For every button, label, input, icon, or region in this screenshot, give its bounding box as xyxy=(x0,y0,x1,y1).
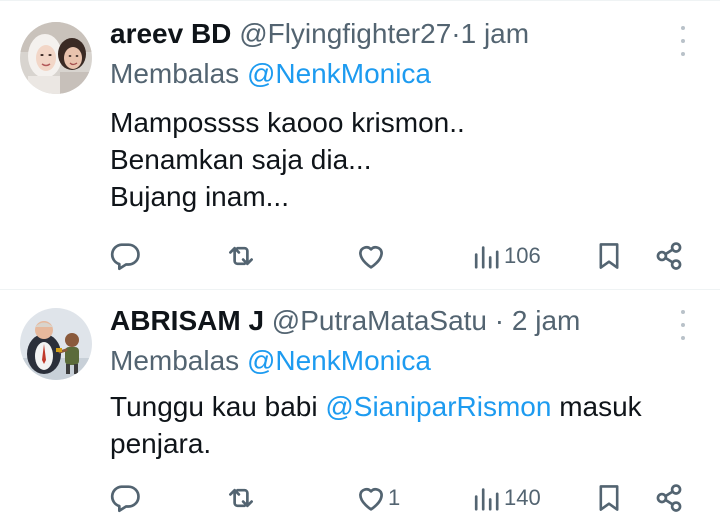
more-icon[interactable] xyxy=(676,26,690,56)
share-button[interactable] xyxy=(652,236,686,276)
timestamp[interactable]: 1 jam xyxy=(461,18,529,49)
reply-tweet[interactable]: ABRISAM J @PutraMataSatu · 2 jam Membala… xyxy=(0,290,720,526)
reply-button[interactable] xyxy=(108,236,142,276)
replying-to-mention[interactable]: @NenkMonica xyxy=(247,58,431,89)
timestamp[interactable]: 2 jam xyxy=(512,305,580,336)
tweet-text-segment: masuk xyxy=(551,391,642,422)
retweet-icon xyxy=(229,246,253,266)
tweet-text-line: penjara. xyxy=(110,428,212,459)
cartoon-characters-avatar-icon xyxy=(20,308,92,380)
more-icon[interactable] xyxy=(676,310,690,340)
reply-button[interactable] xyxy=(108,478,142,518)
tweet-text: Mampossss kaooo krismon.. Benamkan saja … xyxy=(110,104,710,215)
replying-to: Membalas @NenkMonica xyxy=(110,343,431,379)
like-button[interactable]: 1 xyxy=(354,478,400,518)
separator-dot: · xyxy=(494,305,505,336)
author-handle[interactable]: @Flyingfighter27 xyxy=(239,18,451,49)
retweet-icon xyxy=(229,488,253,508)
like-icon xyxy=(359,488,383,511)
reply-icon xyxy=(110,243,140,271)
two-women-selfie-avatar-icon xyxy=(20,22,92,94)
tweet-mention[interactable]: @SianiparRismon xyxy=(325,391,551,422)
retweet-button[interactable] xyxy=(224,478,258,518)
view-count: 106 xyxy=(504,243,541,268)
bookmark-icon xyxy=(599,243,619,269)
tweet-text-line: Tunggu kau babi @SianiparRismon masuk xyxy=(110,388,710,425)
tweet-text-line: Bujang inam... xyxy=(110,181,289,212)
like-icon xyxy=(359,246,383,269)
bookmark-icon xyxy=(599,485,619,511)
author-name[interactable]: ABRISAM J xyxy=(110,305,264,336)
tweet-text-line: Benamkan saja dia... xyxy=(110,144,372,175)
avatar[interactable] xyxy=(20,22,92,94)
replying-to-mention[interactable]: @NenkMonica xyxy=(247,345,431,376)
views-icon xyxy=(474,246,499,269)
tweet-text-line: Mampossss kaooo krismon.. xyxy=(110,107,465,138)
tweet-text: Tunggu kau babi @SianiparRismon masuk pe… xyxy=(110,388,710,462)
tweet-text-segment: Tunggu kau babi xyxy=(110,391,326,422)
share-icon xyxy=(656,242,682,270)
views-button[interactable]: 106 xyxy=(472,236,541,276)
bookmark-button[interactable] xyxy=(594,478,624,518)
replying-prefix: Membalas xyxy=(110,58,240,89)
like-button[interactable] xyxy=(354,236,392,276)
bookmark-button[interactable] xyxy=(594,236,624,276)
replying-prefix: Membalas xyxy=(110,345,240,376)
like-count: 1 xyxy=(388,485,401,510)
avatar[interactable] xyxy=(20,308,92,380)
share-icon xyxy=(656,484,682,512)
author-handle[interactable]: @PutraMataSatu xyxy=(272,305,487,336)
action-bar: 1 140 xyxy=(0,478,720,518)
tweet-header: ABRISAM J @PutraMataSatu · 2 jam xyxy=(110,303,580,339)
reply-tweet[interactable]: areev BD @Flyingfighter27·1 jam Membalas… xyxy=(0,0,720,290)
separator-dot: · xyxy=(451,18,461,49)
views-button[interactable]: 140 xyxy=(472,478,541,518)
view-count: 140 xyxy=(504,485,541,510)
action-bar: 106 xyxy=(0,236,720,276)
tweet-header: areev BD @Flyingfighter27·1 jam xyxy=(110,16,529,52)
share-button[interactable] xyxy=(652,478,686,518)
views-icon xyxy=(474,488,499,511)
replying-to: Membalas @NenkMonica xyxy=(110,56,431,92)
reply-icon xyxy=(110,485,140,513)
author-name[interactable]: areev BD xyxy=(110,18,231,49)
retweet-button[interactable] xyxy=(224,236,258,276)
